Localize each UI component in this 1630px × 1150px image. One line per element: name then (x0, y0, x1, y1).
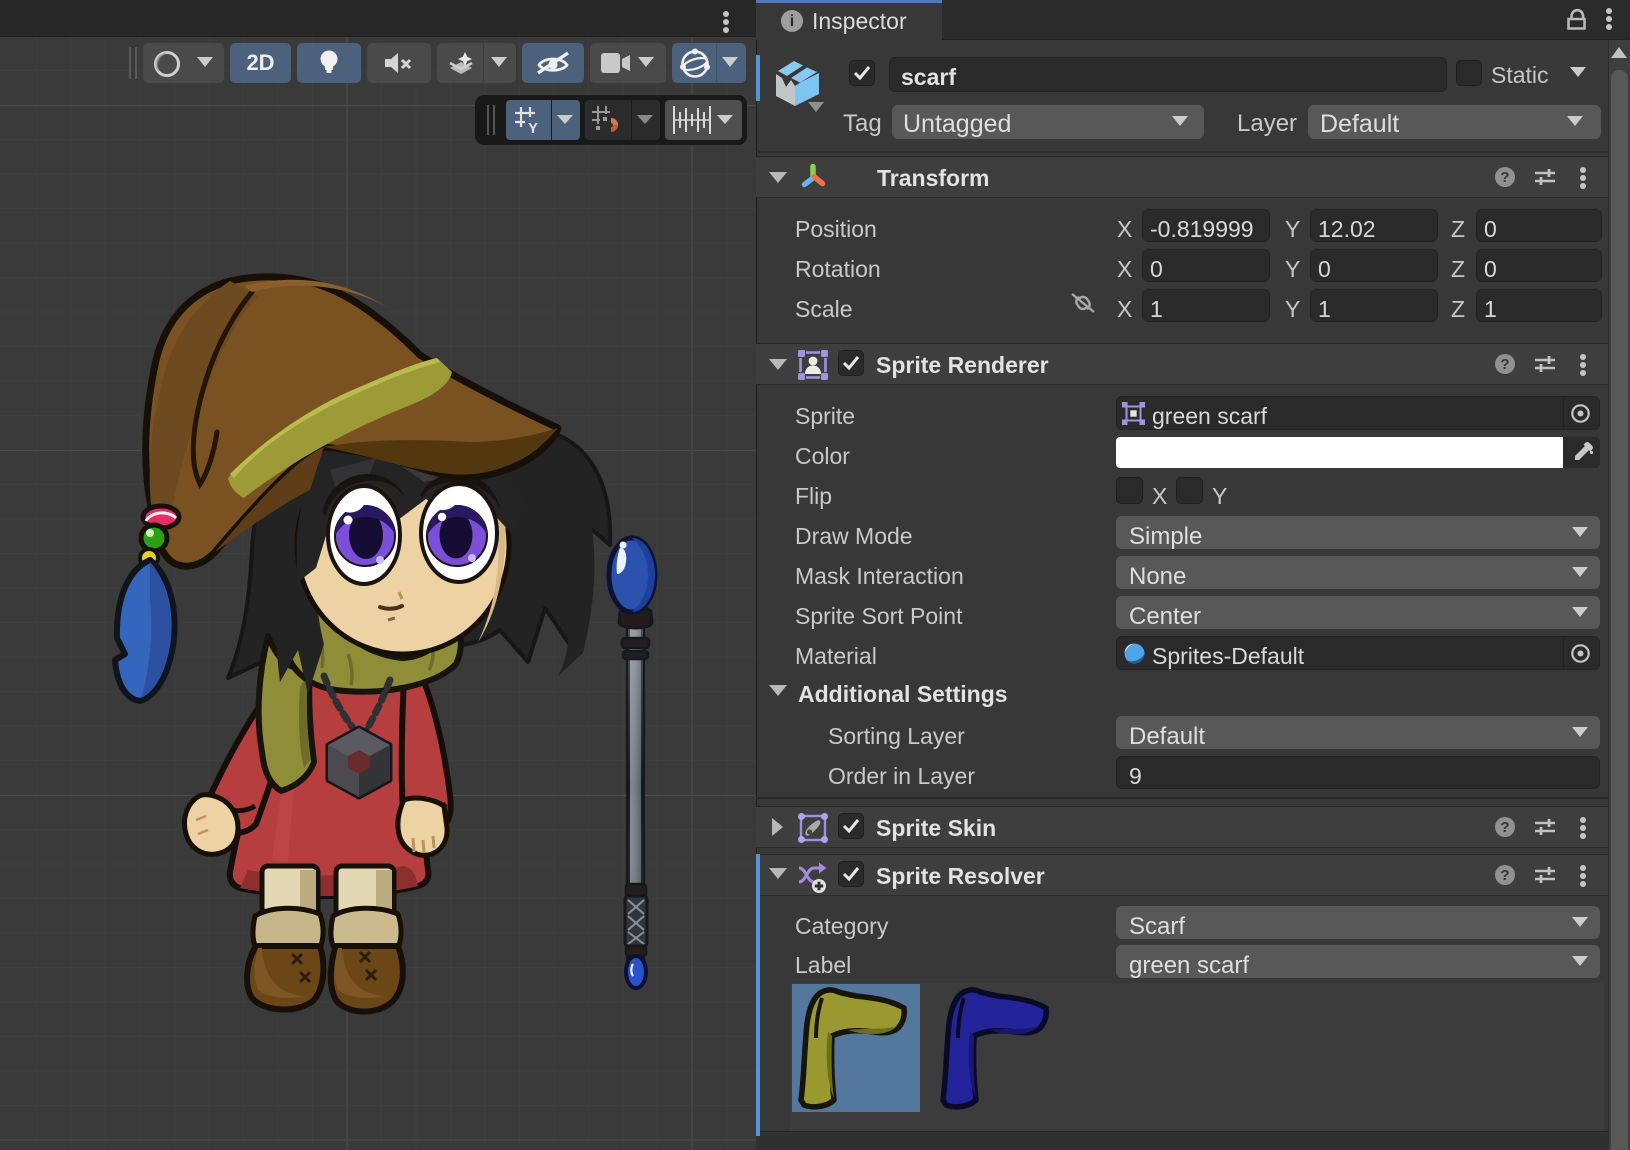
svg-text:Y: Y (528, 120, 538, 135)
